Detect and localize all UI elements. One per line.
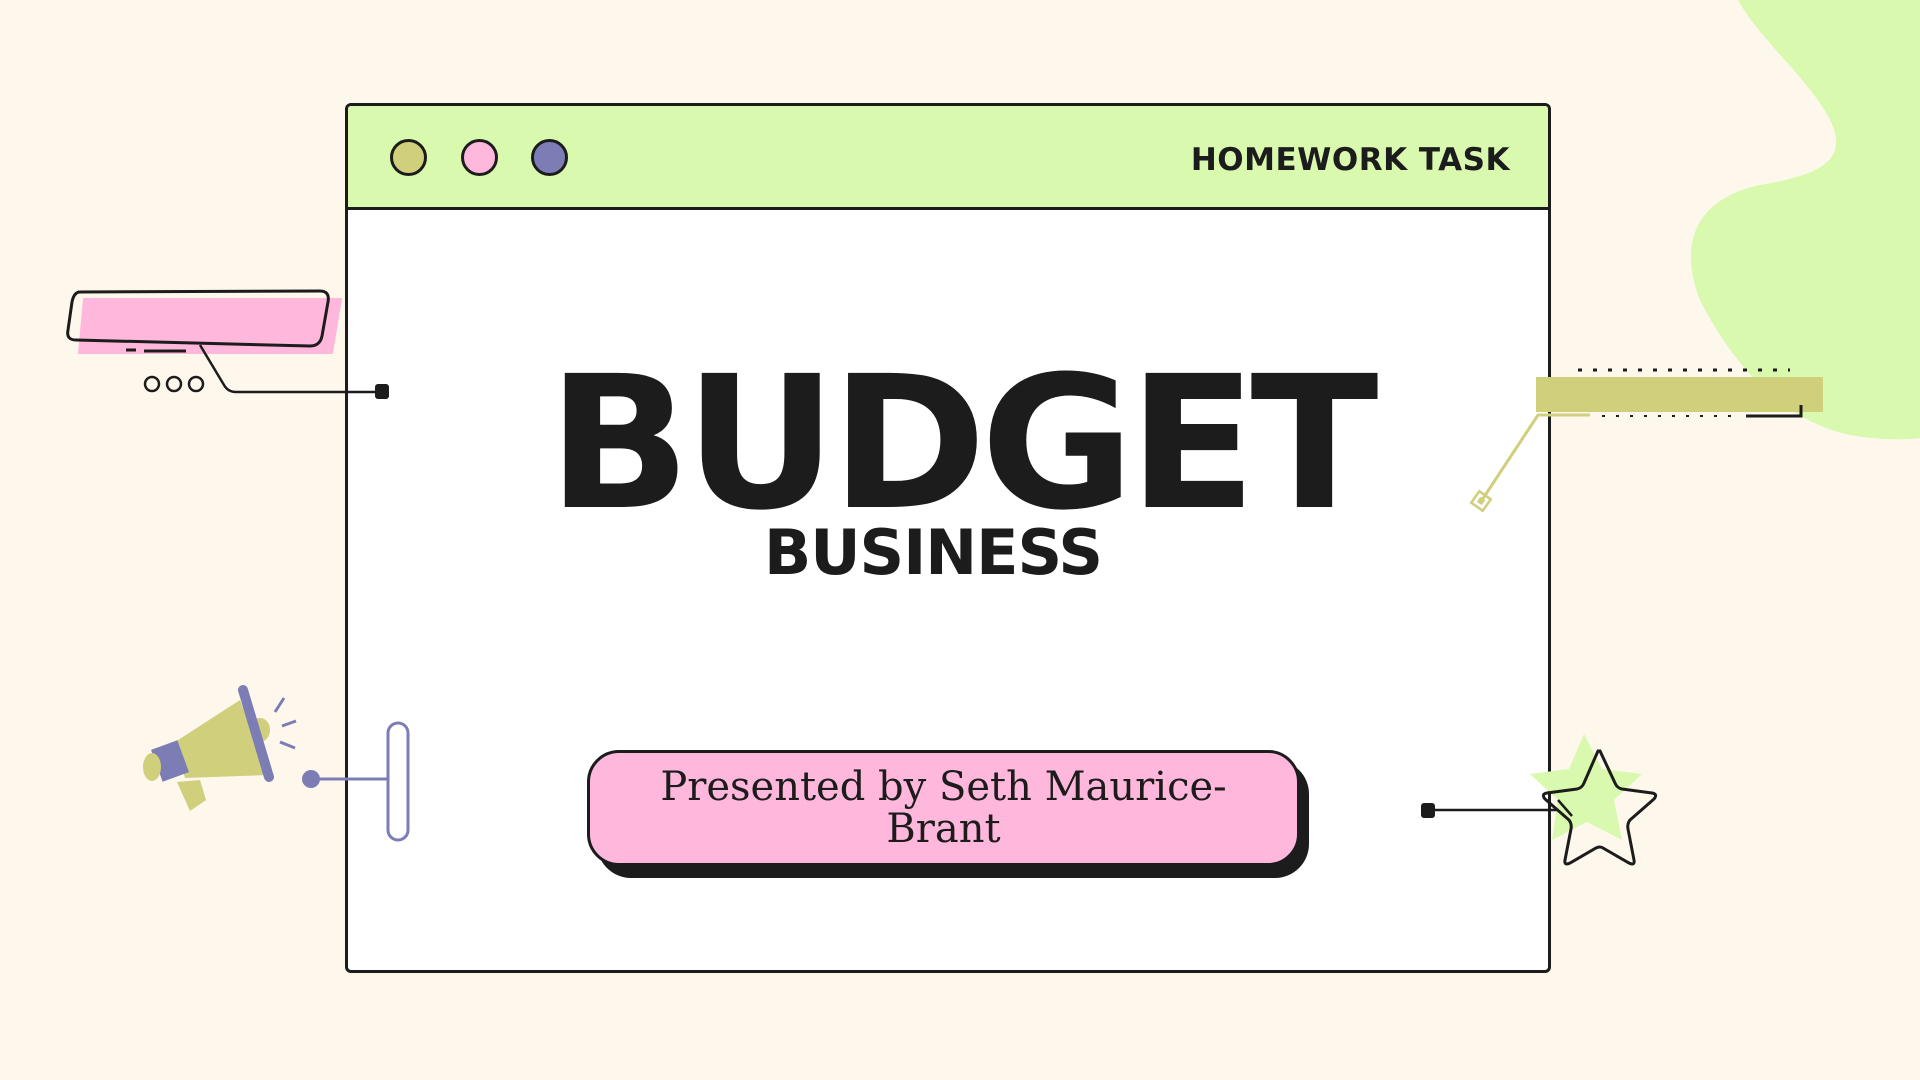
presenter-pill: Presented by Seth Maurice-Brant (587, 750, 1300, 866)
slide-subtitle: BUSINESS (763, 516, 1103, 589)
window-dot-purple (531, 139, 568, 176)
presenter-text: Presented by Seth Maurice-Brant (660, 764, 1227, 852)
window-dot-pink (461, 139, 498, 176)
window-label: HOMEWORK TASK (1190, 142, 1510, 178)
slide-title: BUDGET (547, 337, 1379, 551)
window-dot-olive (390, 139, 427, 176)
window-titlebar: HOMEWORK TASK (348, 106, 1548, 210)
